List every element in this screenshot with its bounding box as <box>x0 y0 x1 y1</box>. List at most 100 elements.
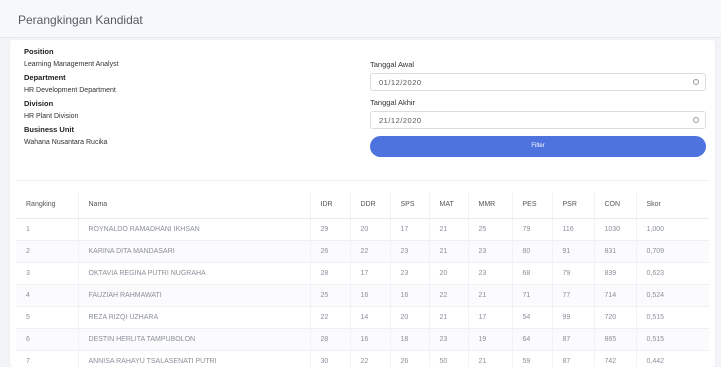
cell-mat: 23 <box>428 328 468 351</box>
cell-sps: 20 <box>389 306 429 329</box>
cell-rangking: 1 <box>16 218 78 241</box>
end-date-label: Tanggal Akhir <box>370 98 416 107</box>
start-date-label: Tanggal Awal <box>370 60 415 69</box>
cell-mat: 50 <box>428 350 468 367</box>
cell-sps: 16 <box>389 284 429 307</box>
clear-icon[interactable] <box>693 79 699 85</box>
table-row: 5 REZA RIZQI UZHARA 22 14 20 21 17 54 99… <box>16 306 709 329</box>
cell-idr: 29 <box>309 218 350 241</box>
cell-sps: 26 <box>389 350 429 367</box>
cell-rangking: 3 <box>16 262 78 285</box>
cell-nama: DESTIN HERLITA TAMPUBOLON <box>77 328 310 351</box>
cell-con: 839 <box>593 262 636 285</box>
header-rangking[interactable]: Rangking <box>16 192 78 219</box>
cell-psr: 116 <box>551 218 594 241</box>
cell-ddr: 14 <box>349 306 390 329</box>
cell-mmr: 23 <box>467 240 512 263</box>
cell-nama: KARINA DITA MANDASARI <box>77 240 310 263</box>
department-label: Department <box>24 73 66 82</box>
end-date-field[interactable]: 21/12/2020 <box>370 111 706 129</box>
cell-idr: 26 <box>309 240 350 263</box>
cell-con: 742 <box>593 350 636 367</box>
cell-skor: 0,709 <box>635 240 709 263</box>
cell-mat: 21 <box>428 240 468 263</box>
header-mmr[interactable]: MMR <box>467 192 512 219</box>
cell-con: 1030 <box>593 218 636 241</box>
start-date-field[interactable]: 01/12/2020 <box>370 73 706 91</box>
cell-pes: 59 <box>511 350 552 367</box>
page-title: Perangkingan Kandidat <box>18 13 143 27</box>
cell-mmr: 17 <box>467 306 512 329</box>
cell-sps: 23 <box>389 240 429 263</box>
cell-idr: 30 <box>309 350 350 367</box>
cell-ddr: 16 <box>349 328 390 351</box>
table-header-row: Rangking Nama IDR DDR SPS MAT MMR PES PS… <box>16 192 709 219</box>
table-row: 7 ANNISA RAHAYU TSALASENATI PUTRI 30 22 … <box>16 350 709 367</box>
cell-idr: 25 <box>309 284 350 307</box>
cell-mmr: 19 <box>467 328 512 351</box>
cell-mmr: 25 <box>467 218 512 241</box>
cell-psr: 79 <box>551 262 594 285</box>
cell-mat: 21 <box>428 218 468 241</box>
cell-idr: 22 <box>309 306 350 329</box>
cell-idr: 28 <box>309 262 350 285</box>
cell-mat: 21 <box>428 306 468 329</box>
cell-ddr: 20 <box>349 218 390 241</box>
business-unit-label: Business Unit <box>24 125 75 134</box>
position-value: Learning Management Analyst <box>24 61 119 68</box>
table-row: 4 FAUZIAH RAHMAWATI 25 16 16 22 21 71 77… <box>16 284 709 307</box>
cell-nama: FAUZIAH RAHMAWATI <box>77 284 310 307</box>
filter-button[interactable]: Filter <box>370 136 706 157</box>
header-nama[interactable]: Nama <box>77 192 310 219</box>
cell-nama: OKTAVIA REGINA PUTRI NUGRAHA <box>77 262 310 285</box>
cell-rangking: 7 <box>16 350 78 367</box>
table-row: 1 ROYNALDO RAMADHANI IKHSAN 29 20 17 21 … <box>16 218 709 241</box>
ranking-card: Position Learning Management Analyst Dep… <box>10 40 715 367</box>
table-row: 6 DESTIN HERLITA TAMPUBOLON 28 16 18 23 … <box>16 328 709 351</box>
cell-psr: 99 <box>551 306 594 329</box>
cell-skor: 0,623 <box>635 262 709 285</box>
cell-psr: 91 <box>551 240 594 263</box>
cell-skor: 0,515 <box>635 328 709 351</box>
header-psr[interactable]: PSR <box>551 192 594 219</box>
cell-nama: ANNISA RAHAYU TSALASENATI PUTRI <box>77 350 310 367</box>
position-info: Position Learning Management Analyst Dep… <box>24 47 344 146</box>
cell-pes: 68 <box>511 262 552 285</box>
cell-con: 714 <box>593 284 636 307</box>
header-con[interactable]: CON <box>593 192 636 219</box>
cell-psr: 77 <box>551 284 594 307</box>
header-mat[interactable]: MAT <box>428 192 468 219</box>
cell-skor: 0,442 <box>635 350 709 367</box>
divider <box>16 180 709 181</box>
table-row: 2 KARINA DITA MANDASARI 26 22 23 21 23 8… <box>16 240 709 263</box>
cell-pes: 64 <box>511 328 552 351</box>
cell-rangking: 2 <box>16 240 78 263</box>
cell-con: 720 <box>593 306 636 329</box>
cell-rangking: 5 <box>16 306 78 329</box>
header-idr[interactable]: IDR <box>309 192 350 219</box>
cell-psr: 87 <box>551 350 594 367</box>
ranking-table: Rangking Nama IDR DDR SPS MAT MMR PES PS… <box>16 192 709 367</box>
table-row: 3 OKTAVIA REGINA PUTRI NUGRAHA 28 17 23 … <box>16 262 709 285</box>
cell-pes: 54 <box>511 306 552 329</box>
cell-mmr: 21 <box>467 284 512 307</box>
header-ddr[interactable]: DDR <box>349 192 390 219</box>
position-label: Position <box>24 47 54 56</box>
cell-con: 831 <box>593 240 636 263</box>
page-header: Perangkingan Kandidat <box>0 0 721 38</box>
business-unit-value: Wahana Nusantara Rucika <box>24 139 108 146</box>
department-value: HR Development Department <box>24 87 116 94</box>
header-skor[interactable]: Skor <box>635 192 709 219</box>
clear-icon[interactable] <box>693 117 699 123</box>
cell-sps: 18 <box>389 328 429 351</box>
division-value: HR Plant Division <box>24 113 79 120</box>
cell-con: 865 <box>593 328 636 351</box>
cell-mat: 20 <box>428 262 468 285</box>
header-sps[interactable]: SPS <box>389 192 429 219</box>
cell-pes: 79 <box>511 218 552 241</box>
cell-sps: 17 <box>389 218 429 241</box>
cell-rangking: 4 <box>16 284 78 307</box>
header-pes[interactable]: PES <box>511 192 552 219</box>
cell-mat: 22 <box>428 284 468 307</box>
cell-psr: 87 <box>551 328 594 351</box>
